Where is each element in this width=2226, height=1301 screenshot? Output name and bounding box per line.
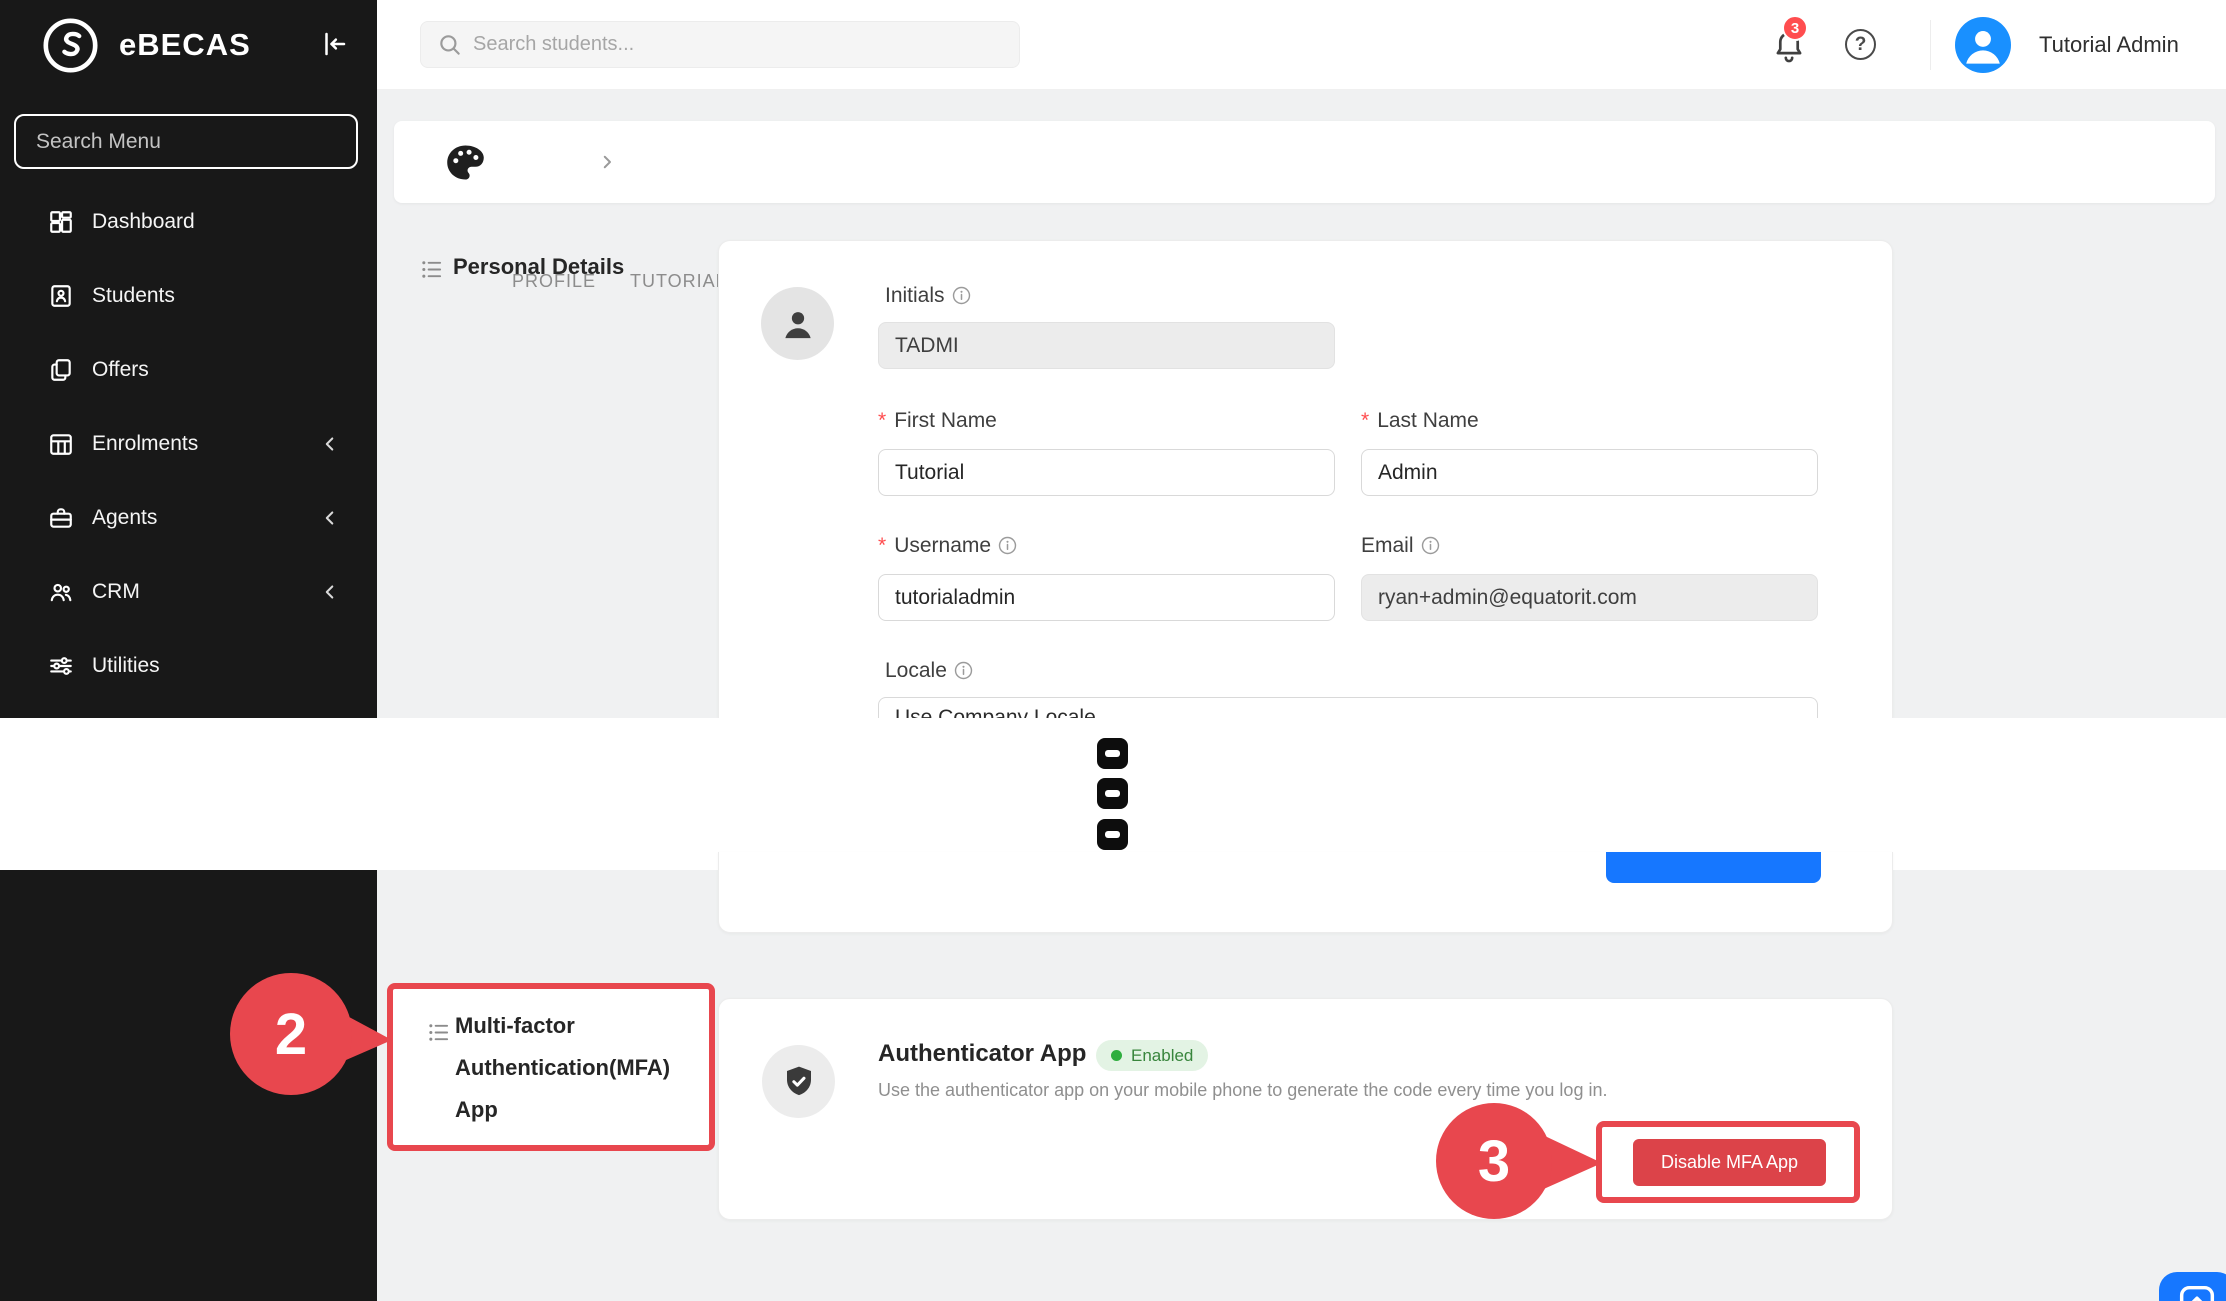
locale-select[interactable]: Use Company Locale <box>878 697 1818 718</box>
user-menu[interactable]: Tutorial Admin <box>1955 14 2179 76</box>
first-name-label: First Name <box>894 409 997 433</box>
offers-icon <box>47 357 74 384</box>
sidebar-item-label: Offers <box>92 358 149 382</box>
enrolments-icon <box>47 431 74 458</box>
mfa-card-title: Authenticator App <box>878 1040 1086 1068</box>
sidebar-item-offers[interactable]: Offers <box>0 333 377 407</box>
initials-label: Initials <box>885 284 945 308</box>
truncation-ellipsis-dot <box>1097 738 1128 769</box>
sidebar-item-label: Dashboard <box>92 210 195 234</box>
help-icon[interactable]: ? <box>1845 29 1876 60</box>
initials-input <box>878 322 1335 369</box>
first-name-input[interactable] <box>878 449 1335 496</box>
annotation-step-2-box: Multi-factor Authentication(MFA) App <box>387 983 715 1151</box>
sidebar-item-students[interactable]: Students <box>0 259 377 333</box>
status-dot-icon <box>1111 1050 1122 1061</box>
sidebar-item-enrolments[interactable]: Enrolments <box>0 407 377 481</box>
search-icon <box>437 32 463 58</box>
chevron-left-icon <box>319 507 341 529</box>
truncation-ellipsis-dot <box>1097 819 1128 850</box>
username-input[interactable] <box>878 574 1335 621</box>
section-label-personal-details: Personal Details <box>453 254 624 280</box>
truncation-ellipsis-dot <box>1097 778 1128 809</box>
sidebar-item-label: Students <box>92 284 175 308</box>
chat-widget-button[interactable] <box>2159 1272 2226 1301</box>
shield-icon <box>762 1045 835 1118</box>
mfa-status-text: Enabled <box>1131 1046 1193 1066</box>
mfa-description: Use the authenticator app on your mobile… <box>878 1080 1607 1101</box>
chevron-left-icon <box>319 581 341 603</box>
username-label-row: * Username <box>878 533 1017 558</box>
sidebar: eBECAS Dashboard <box>0 0 377 718</box>
required-mark: * <box>1361 409 1369 433</box>
crm-icon <box>47 579 74 606</box>
annotation-step-2-balloon: 2 <box>218 968 398 1103</box>
mfa-status-badge: Enabled <box>1096 1040 1208 1071</box>
initials-label-row: Initials <box>885 283 971 308</box>
app-window: eBECAS Dashboard <box>0 0 2226 1301</box>
svg-text:3: 3 <box>1478 1129 1510 1194</box>
agents-icon <box>47 505 74 532</box>
list-icon <box>420 258 443 286</box>
sidebar-item-crm[interactable]: CRM <box>0 555 377 629</box>
chevron-left-icon <box>319 433 341 455</box>
app-logo-text: eBECAS <box>119 27 251 63</box>
info-icon <box>952 286 971 305</box>
locale-label: Locale <box>885 659 947 683</box>
email-label: Email <box>1361 534 1414 558</box>
sidebar-item-label: CRM <box>92 580 140 604</box>
sidebar-item-label: Enrolments <box>92 432 198 456</box>
user-avatar-icon <box>1955 17 2011 73</box>
palette-icon <box>444 141 487 189</box>
sidebar-item-dashboard[interactable]: Dashboard <box>0 185 377 259</box>
last-name-input[interactable] <box>1361 449 1818 496</box>
sidebar-search <box>14 114 358 169</box>
required-mark: * <box>878 409 886 433</box>
info-icon <box>998 536 1017 555</box>
username-label: Username <box>894 534 991 558</box>
sidebar-item-label: Utilities <box>92 654 160 678</box>
update-details-button-partial[interactable] <box>1606 852 1821 883</box>
student-search <box>420 21 1020 68</box>
annotation-step-3-box <box>1596 1121 1860 1203</box>
utilities-icon <box>47 653 74 680</box>
locale-select-value: Use Company Locale <box>895 706 1096 718</box>
sidebar-search-input[interactable] <box>16 130 356 154</box>
sidebar-item-agents[interactable]: Agents <box>0 481 377 555</box>
app-logo-icon <box>40 15 101 76</box>
locale-label-row: Locale <box>885 658 973 683</box>
last-name-label-row: * Last Name <box>1361 408 1479 433</box>
sidebar-item-utilities[interactable]: Utilities <box>0 629 377 703</box>
students-icon <box>47 283 74 310</box>
notification-badge: 3 <box>1782 15 1808 41</box>
info-icon <box>954 661 973 680</box>
list-icon <box>427 1021 450 1049</box>
email-input <box>1361 574 1818 621</box>
svg-text:2: 2 <box>275 1002 307 1067</box>
profile-avatar-icon <box>761 287 834 360</box>
sidebar-header: eBECAS <box>0 0 377 90</box>
topbar-divider <box>1930 20 1931 70</box>
annotation-step-3-balloon: 3 <box>1428 1100 1608 1228</box>
section-label-mfa: Multi-factor Authentication(MFA) App <box>455 1005 670 1131</box>
dashboard-icon <box>47 209 74 236</box>
info-icon <box>1421 536 1440 555</box>
sidebar-collapse-icon[interactable] <box>319 29 349 59</box>
topbar: 3 ? Tutorial Admin <box>377 0 2226 90</box>
student-search-input[interactable] <box>463 33 1019 56</box>
chevron-right-icon <box>598 153 616 176</box>
sidebar-item-label: Agents <box>92 506 157 530</box>
breadcrumb: PROFILE TUTORIAL ADMIN <box>394 121 2215 203</box>
last-name-label: Last Name <box>1377 409 1479 433</box>
required-mark: * <box>878 534 886 558</box>
email-label-row: Email <box>1361 533 1440 558</box>
first-name-label-row: * First Name <box>878 408 997 433</box>
user-name: Tutorial Admin <box>2039 32 2179 58</box>
